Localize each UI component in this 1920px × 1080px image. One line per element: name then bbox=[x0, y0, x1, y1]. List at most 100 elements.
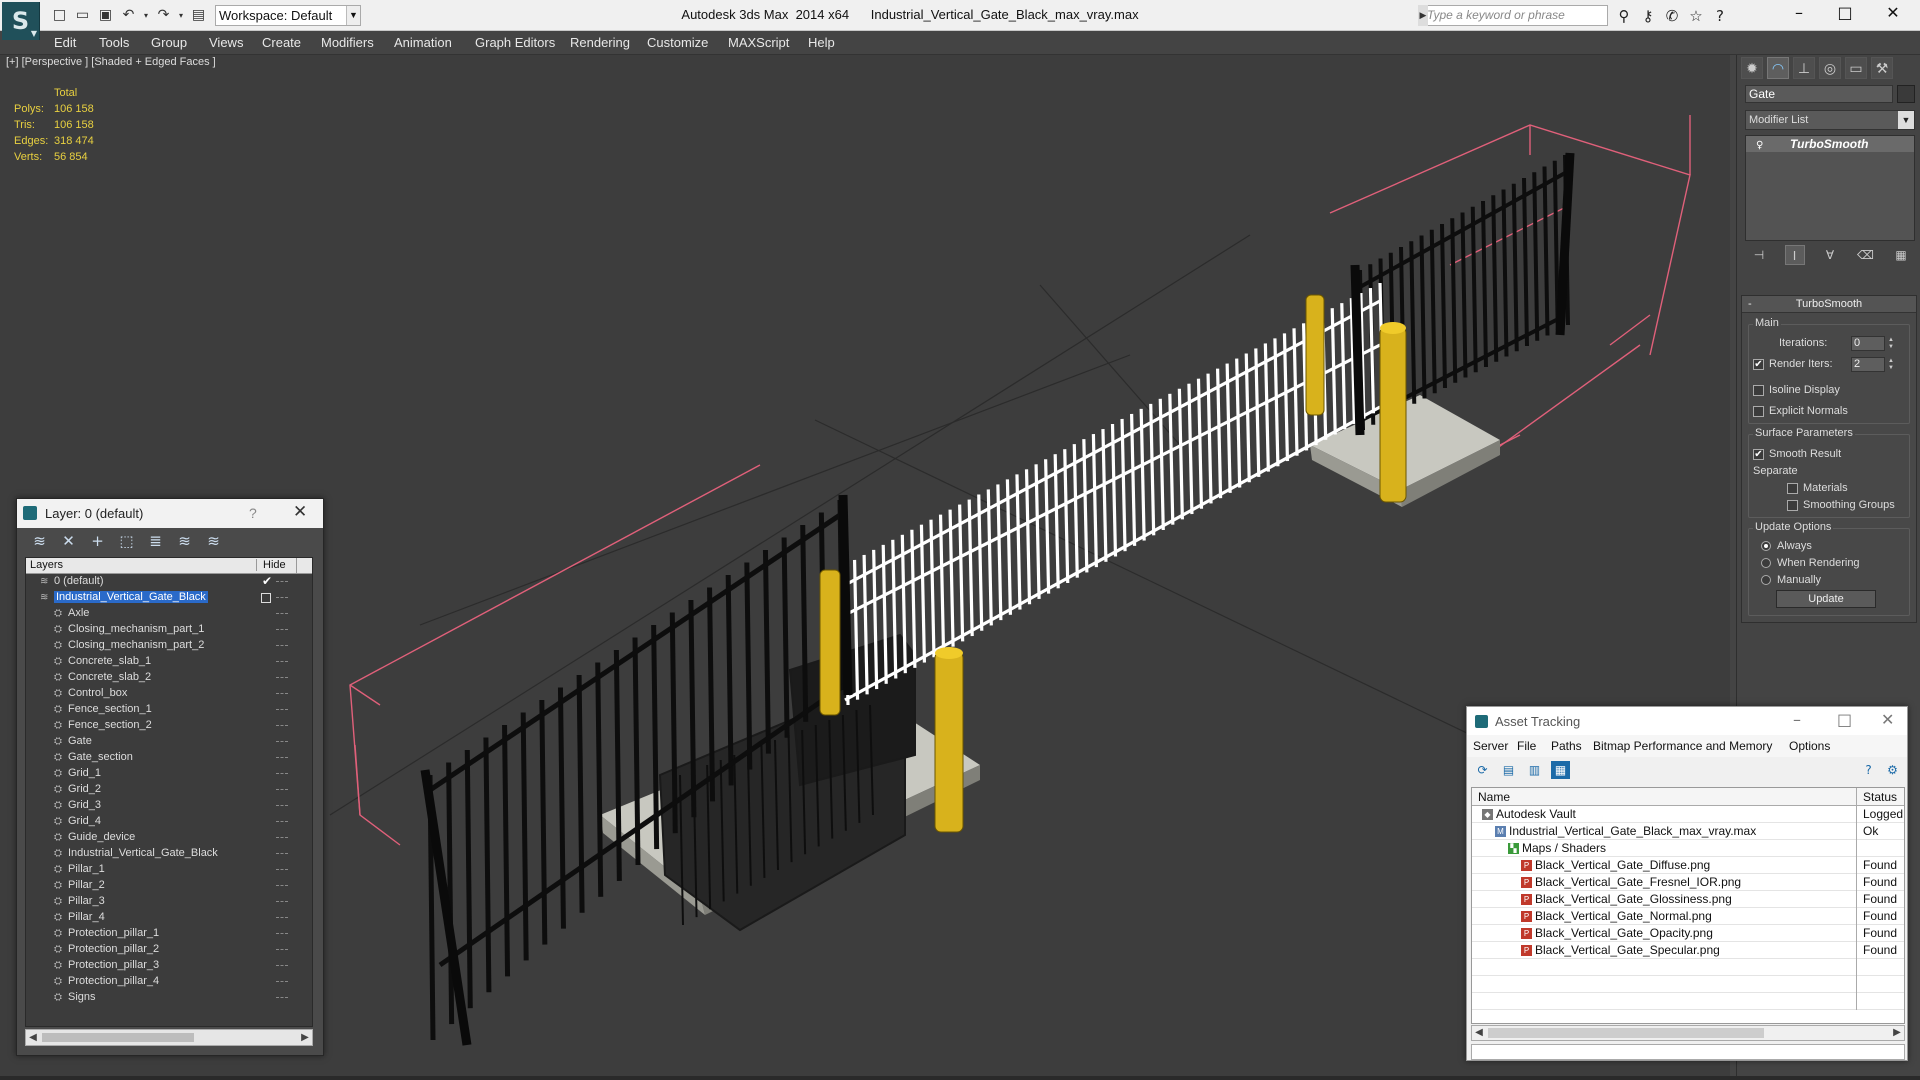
close-icon[interactable]: ✕ bbox=[293, 502, 307, 522]
hide-toggle[interactable] bbox=[276, 645, 288, 646]
list-view-icon[interactable]: ▤ bbox=[1499, 761, 1518, 779]
asset-row[interactable]: ▚ Maps / Shaders bbox=[1472, 840, 1904, 857]
search-input[interactable]: Type a keyword or phrase bbox=[1418, 5, 1608, 26]
create-layer-icon[interactable]: ≋ bbox=[29, 532, 50, 551]
menu-file[interactable]: File bbox=[1517, 739, 1536, 753]
asset-list[interactable]: Name Status ◆Autodesk VaultLogged OMIndu… bbox=[1471, 787, 1905, 1024]
asset-row[interactable]: P Black_Vertical_Gate_Diffuse.png Found bbox=[1472, 857, 1904, 874]
column-freeze[interactable] bbox=[296, 558, 312, 574]
layer-object-row[interactable]: ⛭ Gate_section bbox=[26, 750, 312, 766]
hide-toggle[interactable] bbox=[276, 693, 288, 694]
modifier-list-dropdown[interactable]: Modifier List ▼ bbox=[1745, 110, 1915, 130]
smoothing-groups-checkbox[interactable] bbox=[1787, 500, 1798, 511]
menu-create[interactable]: Create bbox=[262, 35, 301, 50]
hierarchy-tab-icon[interactable]: ⊥ bbox=[1793, 57, 1815, 79]
layer-object-row[interactable]: ⛭ Grid_2 bbox=[26, 782, 312, 798]
select-layer-icon[interactable]: ≣ bbox=[145, 532, 166, 551]
help-icon[interactable]: ? bbox=[1859, 761, 1878, 779]
hide-toggle[interactable] bbox=[276, 837, 288, 838]
column-layers[interactable]: Layers bbox=[30, 559, 63, 571]
hide-toggle[interactable] bbox=[276, 853, 288, 854]
workspace-dropdown[interactable]: Workspace: Default ▼ bbox=[215, 5, 361, 26]
menu-rendering[interactable]: Rendering bbox=[570, 35, 630, 50]
star-icon[interactable]: ☆ bbox=[1686, 6, 1706, 26]
viewport-label[interactable]: [+] [Perspective ] [Shaded + Edged Faces… bbox=[6, 56, 216, 68]
minimize-button[interactable]: – bbox=[1776, 0, 1822, 28]
scrollbar-thumb[interactable] bbox=[1488, 1028, 1764, 1038]
hide-toggle[interactable] bbox=[276, 757, 288, 758]
update-always-radio[interactable] bbox=[1761, 541, 1771, 551]
rollout-header[interactable]: - TurboSmooth bbox=[1742, 296, 1916, 313]
hide-toggle[interactable] bbox=[276, 677, 288, 678]
menu-tools[interactable]: Tools bbox=[99, 35, 129, 50]
menu-customize[interactable]: Customize bbox=[647, 35, 708, 50]
asset-row[interactable]: M Industrial_Vertical_Gate_Black_max_vray… bbox=[1472, 823, 1904, 840]
layer-object-row[interactable]: ⛭ Pillar_2 bbox=[26, 878, 312, 894]
lightbulb-icon[interactable]: ♀ bbox=[1756, 138, 1763, 154]
layer-object-row[interactable]: ⛭ Pillar_3 bbox=[26, 894, 312, 910]
project-folder-icon[interactable]: ▤ bbox=[189, 6, 208, 25]
menu-paths[interactable]: Paths bbox=[1551, 739, 1582, 753]
asset-row[interactable]: ◆Autodesk Vault Logged O bbox=[1472, 806, 1904, 823]
asset-row[interactable]: P Black_Vertical_Gate_Glossiness.png Found bbox=[1472, 891, 1904, 908]
open-file-icon[interactable]: ▭ bbox=[73, 6, 92, 25]
horizontal-scrollbar[interactable]: ◀ ▶ bbox=[25, 1029, 313, 1046]
hide-toggle[interactable] bbox=[276, 581, 288, 582]
hide-toggle[interactable] bbox=[276, 661, 288, 662]
scroll-left-icon[interactable]: ◀ bbox=[1472, 1026, 1486, 1040]
smooth-result-checkbox[interactable]: ✔ bbox=[1753, 449, 1764, 460]
object-name-field[interactable]: Gate bbox=[1745, 85, 1893, 103]
hide-toggle[interactable] bbox=[276, 773, 288, 774]
hide-toggle[interactable] bbox=[276, 981, 288, 982]
layer-tree[interactable]: Layers Hide ≋ 0 (default) ✔ ≋ Industrial_Ver… bbox=[25, 557, 313, 1027]
help-icon[interactable]: ? bbox=[249, 505, 257, 521]
iterations-spinner[interactable]: 0 ▲ ▼ bbox=[1851, 336, 1894, 351]
layer-object-row[interactable]: ⛭ Concrete_slab_1 bbox=[26, 654, 312, 670]
hide-toggle[interactable] bbox=[276, 997, 288, 998]
freeze-all-layers-icon[interactable]: ≋ bbox=[203, 532, 224, 551]
pin-stack-icon[interactable]: ⊣ bbox=[1749, 245, 1769, 265]
undo-icon[interactable]: ↶ bbox=[119, 6, 138, 25]
current-layer-toggle[interactable] bbox=[261, 593, 271, 603]
refresh-icon[interactable]: ⟳ bbox=[1473, 761, 1492, 779]
configure-sets-icon[interactable]: ▦ bbox=[1891, 245, 1911, 265]
hide-toggle[interactable] bbox=[276, 917, 288, 918]
layer-object-row[interactable]: ⛭ Grid_3 bbox=[26, 798, 312, 814]
modifier-stack[interactable]: ♀ TurboSmooth bbox=[1745, 135, 1915, 241]
select-objects-icon[interactable]: ⬚ bbox=[116, 532, 137, 551]
hide-toggle[interactable] bbox=[276, 597, 288, 598]
column-name[interactable]: Name bbox=[1478, 790, 1510, 804]
hide-toggle[interactable] bbox=[276, 629, 288, 630]
update-button[interactable]: Update bbox=[1776, 590, 1876, 608]
stack-item-turbosmooth[interactable]: ♀ TurboSmooth bbox=[1746, 136, 1914, 152]
layer-row[interactable]: ≋ 0 (default) ✔ bbox=[26, 574, 312, 590]
spinner-arrows-icon[interactable]: ▲ ▼ bbox=[1888, 358, 1894, 372]
layer-object-row[interactable]: ⛭ Axle bbox=[26, 606, 312, 622]
remove-modifier-icon[interactable]: ⌫ bbox=[1856, 245, 1876, 265]
motion-tab-icon[interactable]: ◎ bbox=[1819, 57, 1841, 79]
isoline-display-checkbox[interactable] bbox=[1753, 385, 1764, 396]
layer-object-row[interactable]: ⛭ Signs bbox=[26, 990, 312, 1006]
app-menu-button[interactable]: S ▼ bbox=[2, 2, 40, 40]
menu-modifiers[interactable]: Modifiers bbox=[321, 35, 374, 50]
hide-toggle[interactable] bbox=[276, 741, 288, 742]
close-icon[interactable]: ✕ bbox=[1881, 710, 1894, 729]
create-tab-icon[interactable]: ✹ bbox=[1741, 57, 1763, 79]
tree-view-icon[interactable]: ▥ bbox=[1525, 761, 1544, 779]
layer-row[interactable]: ≋ Industrial_Vertical_Gate_Black bbox=[26, 590, 312, 606]
layer-object-row[interactable]: ⛭ Guide_device bbox=[26, 830, 312, 846]
hide-toggle[interactable] bbox=[276, 821, 288, 822]
delete-layer-icon[interactable]: ✕ bbox=[58, 532, 79, 551]
key-icon[interactable]: ⚷ bbox=[1638, 6, 1658, 26]
scrollbar-thumb[interactable] bbox=[42, 1033, 194, 1042]
undo-dropdown-icon[interactable]: ▾ bbox=[142, 6, 150, 25]
layer-object-row[interactable]: ⛭ Protection_pillar_3 bbox=[26, 958, 312, 974]
show-end-result-icon[interactable]: I bbox=[1784, 245, 1805, 265]
menu-options[interactable]: Options bbox=[1789, 739, 1830, 753]
layer-explorer-titlebar[interactable]: Layer: 0 (default) ? ✕ bbox=[17, 499, 323, 528]
hide-all-layers-icon[interactable]: ≋ bbox=[174, 532, 195, 551]
help-icon[interactable]: ? bbox=[1710, 6, 1730, 26]
vault-settings-icon[interactable]: ⚙ bbox=[1883, 761, 1902, 779]
layer-object-row[interactable]: ⛭ Pillar_4 bbox=[26, 910, 312, 926]
menu-help[interactable]: Help bbox=[808, 35, 835, 50]
